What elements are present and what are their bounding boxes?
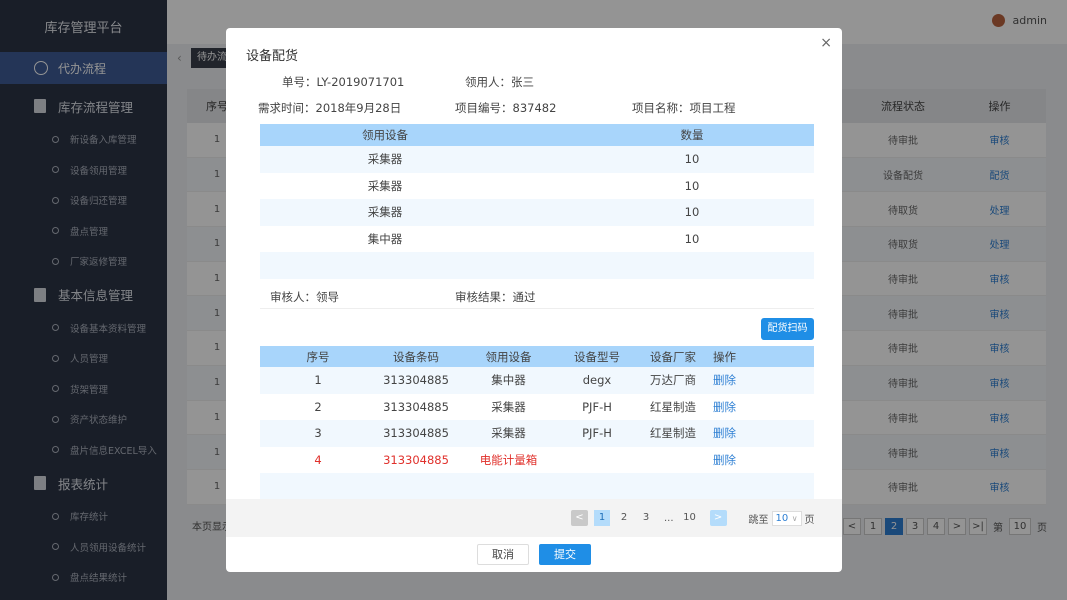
- dialog-title: 设备配货: [246, 49, 299, 64]
- pager-next-button[interactable]: >: [709, 510, 727, 526]
- cell-barcode: 313304885: [383, 399, 449, 414]
- cell-device: 集中器: [367, 231, 403, 246]
- table-row: 1 313304885 集中器 degx 万达厂商 删除: [260, 367, 814, 394]
- cell-device: 采集器: [367, 178, 403, 193]
- cell-model: PJF-H: [582, 426, 612, 441]
- cell-quantity: 10: [684, 178, 700, 193]
- cell-barcode: 313304885: [383, 373, 449, 388]
- cell-vendor: 万达厂商: [650, 373, 696, 388]
- jump-page-select[interactable]: 10 ∨: [771, 510, 802, 526]
- cell-index: 4: [314, 452, 322, 467]
- need-time: 需求时间：2018年9月28日: [258, 101, 402, 115]
- page-label: 页: [804, 514, 815, 526]
- cancel-button[interactable]: 取消: [477, 544, 529, 565]
- cell-index: 2: [314, 399, 322, 414]
- column-header: 设备型号: [574, 349, 620, 364]
- column-header: 操作: [713, 349, 736, 364]
- allocation-dialog: 设备配货 × 单号：LY-2019071701 领用人：张三 需求时间：2018…: [226, 28, 842, 572]
- table-row: 采集器 10: [260, 199, 814, 226]
- chevron-down-icon: ∨: [791, 513, 798, 523]
- table-row-invalid: 4 313304885 电能计量箱 删除: [260, 447, 814, 474]
- table-row: 采集器 10: [260, 173, 814, 200]
- table-header: 序号 设备条码 领用设备 设备型号 设备厂家 操作: [260, 346, 814, 367]
- column-header: 设备条码: [393, 349, 439, 364]
- cell-quantity: 10: [684, 152, 700, 167]
- pager-page[interactable]: 3: [638, 510, 654, 526]
- cell-device: 集中器: [491, 373, 526, 388]
- cell-vendor: 红星制造: [650, 426, 696, 441]
- table-row-empty: [260, 252, 814, 279]
- cell-index: 3: [314, 426, 322, 441]
- cell-model: degx: [582, 373, 612, 388]
- delete-button[interactable]: 删除: [713, 425, 770, 441]
- requested-devices-table: 领用设备 数量 采集器 10 采集器 10 采集器 10 集中器 10: [260, 124, 814, 279]
- column-header: 数量: [680, 128, 704, 142]
- pager-bar: < 1 2 3 ... 10 > 跳至 10 ∨ 页: [226, 499, 842, 537]
- delete-button[interactable]: 删除: [713, 452, 770, 468]
- project-number: 项目编号：837482: [455, 101, 557, 115]
- close-icon[interactable]: ×: [820, 35, 832, 51]
- table-row: 2 313304885 采集器 PJF-H 红星制造 删除: [260, 394, 814, 421]
- cell-index: 1: [314, 373, 322, 388]
- table-header: 领用设备 数量: [260, 124, 814, 146]
- table-row-empty: [260, 473, 814, 500]
- cell-device: 采集器: [491, 426, 526, 441]
- cell-device: 采集器: [367, 205, 403, 220]
- jump-label: 跳至: [748, 514, 769, 526]
- cell-barcode: 313304885: [383, 452, 449, 467]
- auditor: 审核人：领导: [270, 290, 339, 304]
- cell-barcode: 313304885: [383, 426, 449, 441]
- cell-vendor: 红星制造: [650, 399, 696, 414]
- divider: [260, 308, 814, 309]
- table-row: 3 313304885 采集器 PJF-H 红星制造 删除: [260, 420, 814, 447]
- scan-allocate-button[interactable]: 配货扫码: [761, 318, 814, 340]
- delete-button[interactable]: 删除: [713, 372, 770, 388]
- project-name: 项目名称：项目工程: [632, 101, 736, 115]
- table-row: 集中器 10: [260, 226, 814, 253]
- pager-page-active[interactable]: 1: [594, 510, 610, 526]
- delete-button[interactable]: 删除: [713, 399, 770, 415]
- jump-page-value: 10: [775, 512, 789, 524]
- pager-page[interactable]: 2: [616, 510, 632, 526]
- column-header: 领用设备: [485, 349, 532, 364]
- column-header: 领用设备: [362, 128, 408, 142]
- cell-device: 采集器: [491, 399, 526, 414]
- dialog-footer: 取消 提交: [226, 544, 842, 565]
- submit-button[interactable]: 提交: [539, 544, 591, 565]
- pager: < 1 2 3 ... 10 > 跳至 10 ∨ 页: [571, 510, 815, 526]
- cell-device: 采集器: [367, 152, 403, 167]
- pager-page[interactable]: 10: [682, 510, 698, 526]
- cell-model: PJF-H: [582, 399, 612, 414]
- cell-quantity: 10: [684, 231, 700, 246]
- order-number: 单号：LY-2019071701: [282, 75, 405, 89]
- pager-prev-button[interactable]: <: [571, 510, 588, 526]
- table-row: 采集器 10: [260, 146, 814, 173]
- cell-quantity: 10: [684, 205, 700, 220]
- column-header: 设备厂家: [650, 349, 696, 364]
- cell-device: 电能计量箱: [479, 452, 538, 467]
- audit-result: 审核结果：通过: [455, 290, 536, 304]
- column-header: 序号: [306, 349, 330, 364]
- requester: 领用人：张三: [465, 75, 534, 89]
- pager-ellipsis: ...: [664, 512, 674, 524]
- allocated-devices-table: 序号 设备条码 领用设备 设备型号 设备厂家 操作 1 313304885 集中…: [260, 346, 814, 500]
